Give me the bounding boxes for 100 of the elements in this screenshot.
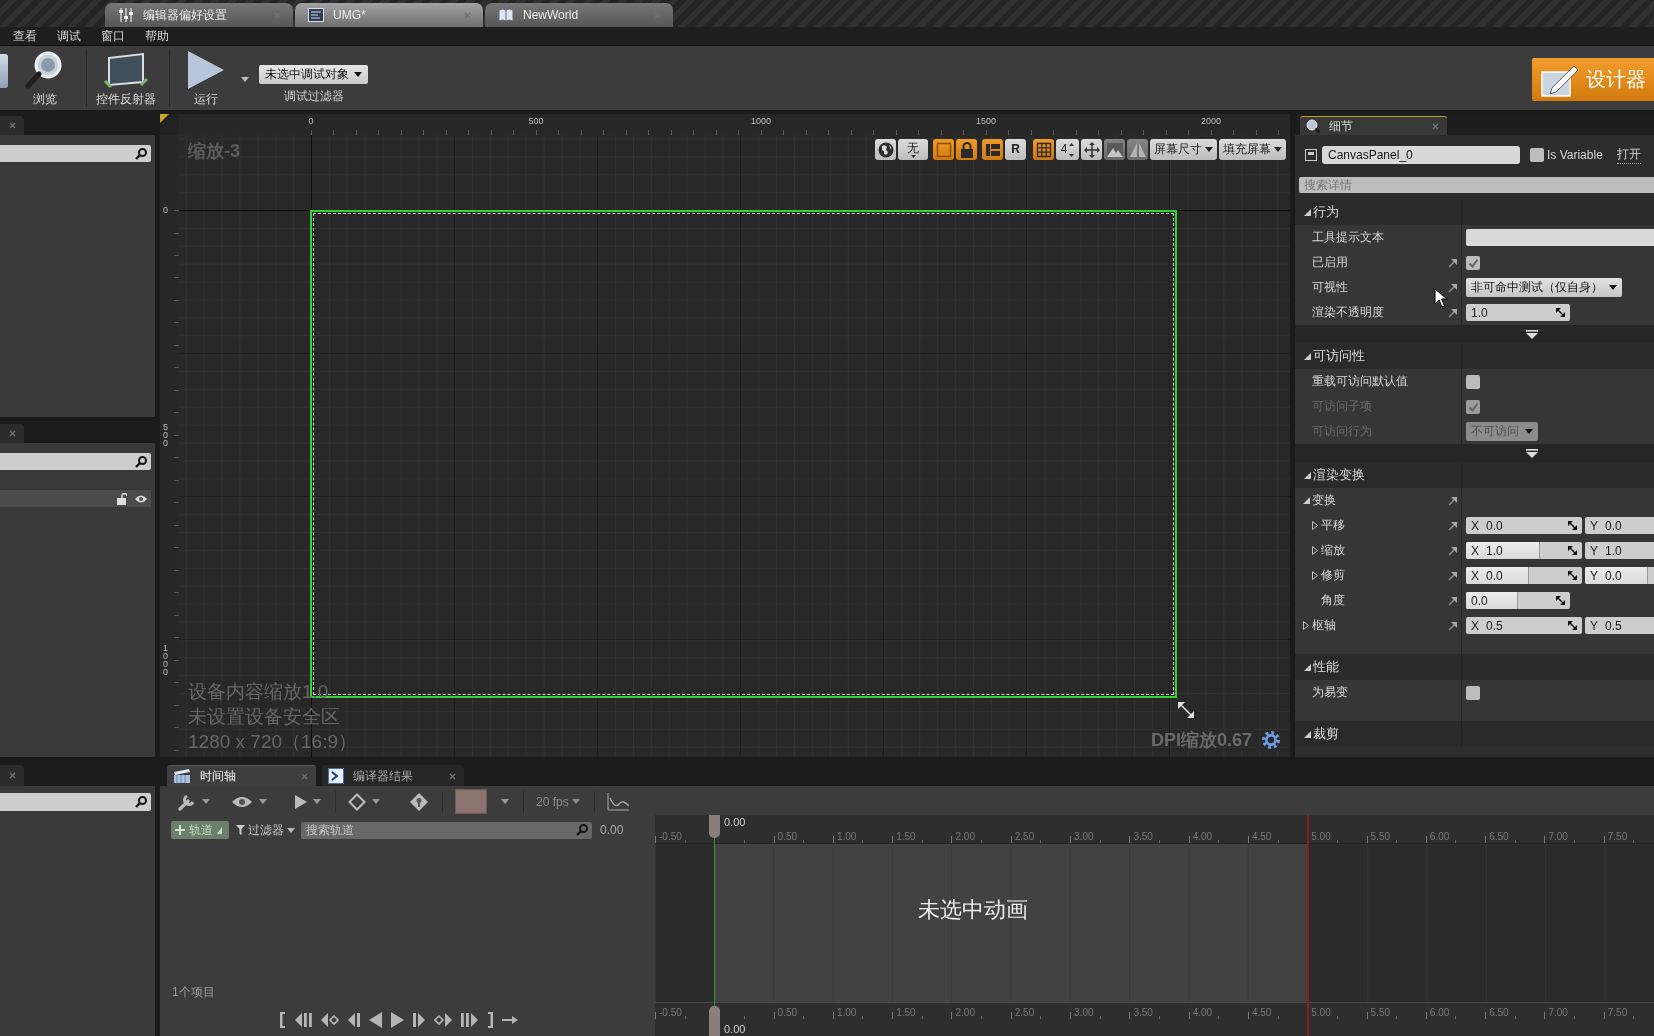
close-icon[interactable]	[449, 772, 456, 780]
panel-tab[interactable]: 时间轴	[167, 765, 316, 786]
search-field[interactable]: 搜索详情	[1299, 177, 1654, 193]
search-icon[interactable]	[135, 796, 147, 808]
search-icon[interactable]	[135, 455, 147, 468]
checkbox[interactable]	[1466, 255, 1480, 270]
triangle-icon[interactable]	[1304, 471, 1311, 479]
eye-icon[interactable]	[135, 493, 147, 504]
triangle-icon[interactable]	[1304, 352, 1311, 360]
play-icon[interactable]	[295, 794, 307, 809]
caret-icon[interactable]	[202, 799, 210, 804]
close-icon[interactable]	[8, 430, 16, 437]
number-field[interactable]: X 0.0	[1466, 517, 1582, 534]
step-back-icon[interactable]	[295, 1013, 312, 1027]
toggle-button[interactable]	[1127, 139, 1148, 160]
option-button[interactable]: R	[1005, 139, 1026, 160]
toggle-button[interactable]	[956, 139, 977, 160]
next-frame-icon[interactable]	[413, 1013, 425, 1027]
to-end-icon[interactable]	[487, 1012, 493, 1028]
reverse-play-icon[interactable]	[369, 1012, 382, 1028]
grid-size-button[interactable]: 4	[1056, 139, 1079, 160]
toggle-button[interactable]	[875, 139, 896, 160]
toggle-button[interactable]	[1033, 139, 1054, 160]
checkbox[interactable]	[1466, 374, 1480, 389]
toggle-button[interactable]	[982, 139, 1003, 160]
eye-icon[interactable]	[231, 795, 253, 808]
toggle-button[interactable]	[1104, 139, 1125, 160]
caret-icon[interactable]	[241, 77, 249, 82]
diagonal-arrows-icon[interactable]	[1556, 596, 1565, 605]
checkbox[interactable]	[1530, 148, 1544, 162]
number-field[interactable]: Y 0.0	[1585, 517, 1654, 534]
dropdown[interactable]: 填充屏幕	[1219, 139, 1286, 160]
panel-tab[interactable]: 编译器结果	[322, 765, 464, 786]
down-arrow-icon[interactable]	[1525, 448, 1539, 458]
diagonal-arrows-icon[interactable]	[1568, 546, 1577, 555]
curve-icon[interactable]	[606, 792, 629, 811]
panel-tab[interactable]: 细节	[1300, 116, 1447, 135]
triangle-icon[interactable]	[1303, 497, 1310, 504]
diagonal-arrows-icon[interactable]	[1568, 521, 1577, 530]
number-field[interactable]: 1.0	[1466, 304, 1570, 321]
lock-icon[interactable]	[116, 492, 127, 505]
to-start-icon[interactable]	[280, 1012, 286, 1028]
toggle-button[interactable]	[1081, 139, 1102, 160]
search-field[interactable]	[0, 793, 151, 811]
triangle-icon[interactable]	[1312, 521, 1318, 530]
search-icon[interactable]	[135, 147, 147, 160]
reset-icon[interactable]	[1447, 495, 1457, 506]
caret-icon[interactable]	[501, 799, 509, 804]
triangle-icon[interactable]	[1304, 208, 1311, 216]
widget-reflector-button[interactable]: 控件反射器	[92, 46, 160, 106]
triangle-icon[interactable]	[1312, 571, 1318, 580]
diagonal-arrows-icon[interactable]	[1556, 308, 1565, 317]
option-button[interactable]: 无	[898, 139, 928, 160]
step-forward-icon[interactable]	[461, 1013, 478, 1027]
search-field[interactable]: 搜索轨道	[301, 821, 592, 839]
menu-item[interactable]: 窗口	[91, 28, 135, 44]
debug-object-dropdown[interactable]: 未选中调试对象	[259, 65, 368, 84]
document-tab[interactable]: 编辑器偏好设置	[105, 3, 293, 27]
name-field[interactable]: CanvasPanel_0	[1322, 146, 1520, 164]
number-field[interactable]: Y 0.0	[1585, 567, 1654, 584]
playhead-handle[interactable]	[709, 815, 720, 838]
caret-icon[interactable]	[313, 799, 321, 804]
close-icon[interactable]	[8, 772, 16, 779]
play-button[interactable]: 运行	[183, 46, 229, 106]
toggle-button[interactable]	[933, 139, 954, 160]
resize-icon[interactable]	[1178, 702, 1194, 718]
gear-icon[interactable]	[1262, 731, 1280, 749]
filter-button[interactable]: 过滤器	[236, 821, 295, 839]
diagonal-arrows-icon[interactable]	[1568, 571, 1577, 580]
close-icon[interactable]	[8, 122, 16, 129]
key-icon[interactable]	[410, 792, 428, 811]
triangle-icon[interactable]	[1312, 546, 1318, 555]
diamond-icon[interactable]	[348, 792, 366, 811]
reset-icon[interactable]	[1447, 257, 1457, 268]
swatch-icon[interactable]	[455, 789, 487, 814]
number-field[interactable]: X 0.5	[1466, 617, 1582, 634]
menu-item[interactable]: 调试	[47, 28, 91, 44]
prev-frame-icon[interactable]	[348, 1013, 360, 1027]
number-field[interactable]: Y 1.0	[1585, 542, 1654, 559]
down-arrow-icon[interactable]	[1525, 329, 1539, 339]
document-tab[interactable]: NewWorld	[485, 3, 673, 27]
triangle-icon[interactable]	[1304, 663, 1311, 671]
caret-icon[interactable]	[259, 799, 267, 804]
next-key-icon[interactable]	[434, 1013, 452, 1027]
caret-icon[interactable]	[372, 799, 380, 804]
checkbox[interactable]	[1466, 685, 1480, 700]
search-field[interactable]	[0, 145, 151, 162]
menu-item[interactable]: 查看	[3, 28, 47, 44]
triangle-icon[interactable]	[1303, 621, 1309, 630]
reset-icon[interactable]	[1447, 595, 1457, 606]
number-field[interactable]: X 0.0	[1466, 567, 1582, 584]
number-field[interactable]: Y 0.5	[1585, 617, 1654, 634]
reset-icon[interactable]	[1447, 545, 1457, 556]
wrench-icon[interactable]	[178, 792, 196, 811]
reset-icon[interactable]	[1447, 620, 1457, 631]
open-link[interactable]: 打开	[1616, 146, 1641, 164]
reset-icon[interactable]	[1447, 307, 1457, 318]
number-field[interactable]: 0.0	[1466, 592, 1570, 609]
arrow-right-icon[interactable]	[502, 1016, 518, 1024]
prev-key-icon[interactable]	[321, 1013, 339, 1027]
